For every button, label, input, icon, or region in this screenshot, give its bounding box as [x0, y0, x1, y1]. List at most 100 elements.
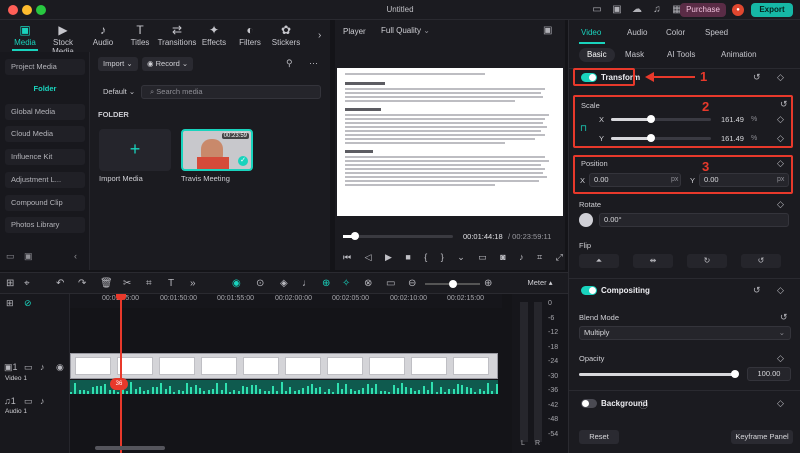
rotate-right-button[interactable]: ↻ — [687, 254, 727, 268]
blend-mode-select[interactable]: Multiply ⌄ — [579, 326, 791, 340]
previous-frame-icon[interactable]: ⏮ — [343, 252, 351, 263]
filter-icon[interactable]: ⚲ — [286, 58, 293, 69]
reset-button[interactable]: Reset — [579, 430, 619, 444]
camera-icon[interactable]: ◙ — [500, 252, 505, 263]
reset-icon[interactable]: ↺ — [753, 285, 761, 296]
timeline-ruler[interactable]: 00:01:45:00 00:01:50:00 00:01:55:00 00:0… — [70, 294, 502, 308]
snapshot-icon[interactable]: ▣ — [543, 25, 552, 36]
subtab-basic[interactable]: Basic — [579, 48, 615, 62]
opacity-slider[interactable] — [579, 370, 739, 378]
sidebar-item-global-media[interactable]: Global Media — [5, 104, 85, 120]
snap-icon[interactable]: ⊕ — [322, 278, 330, 289]
sidebar-item-photos-library[interactable]: Photos Library — [5, 217, 85, 233]
add-track-icon[interactable]: ⊞ — [6, 298, 14, 309]
zoom-out-icon[interactable]: ⊖ — [408, 278, 416, 289]
link-icon[interactable]: ⊗ — [364, 278, 372, 289]
keyframe-icon[interactable]: ◇ — [777, 398, 784, 409]
mark-out-icon[interactable]: } — [441, 252, 444, 263]
timeline-scrollbar[interactable] — [95, 446, 165, 450]
video-preview[interactable] — [337, 68, 563, 216]
volume-icon[interactable]: ♪ — [40, 396, 45, 406]
headphones-icon[interactable]: ♫ — [650, 3, 664, 17]
sidebar-item-compound-clip[interactable]: Compound Clip — [5, 195, 85, 211]
info-icon[interactable]: ⓘ — [639, 398, 648, 411]
tab-audio[interactable]: ♪ Audio — [83, 23, 123, 47]
keyframe-icon[interactable]: ◇ — [777, 199, 784, 210]
redo-icon[interactable]: ↷ — [78, 278, 86, 289]
playhead[interactable] — [120, 294, 122, 453]
sidebar-item-folder[interactable]: Folder — [5, 81, 85, 97]
audio-clip[interactable] — [70, 380, 498, 394]
tab-color[interactable]: Color — [666, 28, 685, 37]
more-options-icon[interactable]: ⋯ — [309, 58, 318, 69]
stop-icon[interactable]: ■ — [405, 252, 410, 263]
notification-icon[interactable]: ● — [732, 4, 744, 16]
collapse-sidebar-icon[interactable]: ‹ — [74, 251, 77, 261]
folder-icon[interactable]: ▭ — [24, 396, 33, 407]
link-track-icon[interactable]: ⊘ — [24, 298, 32, 309]
tab-video[interactable]: Video — [581, 28, 601, 37]
opacity-input[interactable]: 100.00 — [747, 367, 791, 381]
tab-transitions[interactable]: ⇄ Transitions — [157, 23, 197, 47]
mark-in-icon[interactable]: { — [424, 252, 427, 263]
chevron-right-icon[interactable]: › — [318, 30, 321, 41]
display-icon[interactable]: ▭ — [478, 252, 487, 263]
reset-icon[interactable]: ↺ — [780, 312, 788, 323]
microphone-icon[interactable]: ♩ — [302, 278, 312, 289]
volume-icon[interactable]: ♪ — [40, 362, 45, 372]
marker-icon[interactable]: ▭ — [386, 278, 395, 289]
image-icon[interactable]: ▣ — [610, 3, 624, 17]
split-icon[interactable]: ✂ — [123, 278, 131, 289]
eye-icon[interactable]: ◉ — [56, 362, 64, 373]
search-media-input[interactable]: ⌕ Search media — [141, 85, 321, 99]
purchase-button[interactable]: Purchase — [680, 3, 726, 17]
sidebar-item-cloud-media[interactable]: Cloud Media — [5, 126, 85, 142]
compositing-toggle[interactable] — [581, 286, 597, 295]
tab-stickers[interactable]: ✿ Stickers — [266, 23, 306, 47]
auto-ripple-icon[interactable]: ◉ — [232, 278, 241, 289]
rotate-input[interactable]: 0.00° — [599, 213, 789, 227]
playback-scrubber[interactable] — [343, 232, 453, 240]
tab-audio-props[interactable]: Audio — [627, 28, 647, 37]
tab-filters[interactable]: ◐ Filters — [230, 23, 270, 47]
rotate-left-button[interactable]: ↺ — [741, 254, 781, 268]
fullscreen-icon[interactable]: ⤢ — [556, 252, 563, 263]
zoom-in-icon[interactable]: ⊕ — [484, 278, 492, 289]
quality-dropdown[interactable]: Full Quality ⌄ — [377, 25, 441, 37]
sort-dropdown[interactable]: Default ⌄ — [98, 85, 140, 99]
dropdown-icon[interactable]: ⌄ — [457, 252, 465, 263]
subtab-mask[interactable]: Mask — [617, 48, 652, 62]
zoom-handle[interactable] — [449, 280, 457, 288]
ai-icon[interactable]: ✧ — [342, 278, 350, 289]
crop-icon[interactable]: ⌗ — [146, 278, 152, 289]
keyframe-panel-button[interactable]: Keyframe Panel — [731, 430, 793, 444]
import-media-tile[interactable]: + — [99, 129, 171, 171]
folder-icon[interactable]: ▭ — [24, 362, 33, 373]
folder-link-icon[interactable]: ▣ — [24, 251, 33, 262]
sidebar-item-project-media[interactable]: Project Media — [5, 59, 85, 75]
subtab-animation[interactable]: Animation — [713, 48, 765, 62]
keyframe-icon[interactable]: ◇ — [777, 353, 784, 364]
reset-icon[interactable]: ↺ — [753, 72, 761, 83]
subtab-ai-tools[interactable]: AI Tools — [659, 48, 703, 62]
text-icon[interactable]: T — [168, 278, 174, 289]
scrubber-handle[interactable] — [351, 232, 360, 240]
tab-media[interactable]: ▣ Media — [5, 23, 45, 47]
import-dropdown[interactable]: Import ⌄ — [98, 57, 138, 71]
meter-header[interactable]: Meter ▴ — [512, 272, 568, 294]
background-toggle[interactable] — [581, 399, 597, 408]
playhead-marker[interactable]: 36 — [110, 378, 128, 390]
record-dropdown[interactable]: ◉ Record ⌄ — [142, 57, 194, 71]
keyframe-icon[interactable]: ◇ — [777, 285, 784, 296]
flip-horizontal-button[interactable]: ⇹ — [633, 254, 673, 268]
tab-titles[interactable]: T Titles — [120, 23, 160, 47]
sidebar-item-influence-kit[interactable]: Influence Kit — [5, 149, 85, 165]
screen-icon[interactable]: ▭ — [590, 3, 604, 17]
layout-icon[interactable]: ⊞ — [6, 278, 14, 289]
render-icon[interactable]: ⊙ — [256, 278, 264, 289]
crop-icon[interactable]: ⌗ — [537, 252, 542, 263]
opacity-handle[interactable] — [731, 370, 739, 378]
timeline-tracks[interactable] — [70, 308, 502, 453]
clip-thumbnail-travis-meeting[interactable]: 00:23:59 ✓ — [181, 129, 253, 171]
zoom-slider[interactable] — [425, 280, 480, 288]
